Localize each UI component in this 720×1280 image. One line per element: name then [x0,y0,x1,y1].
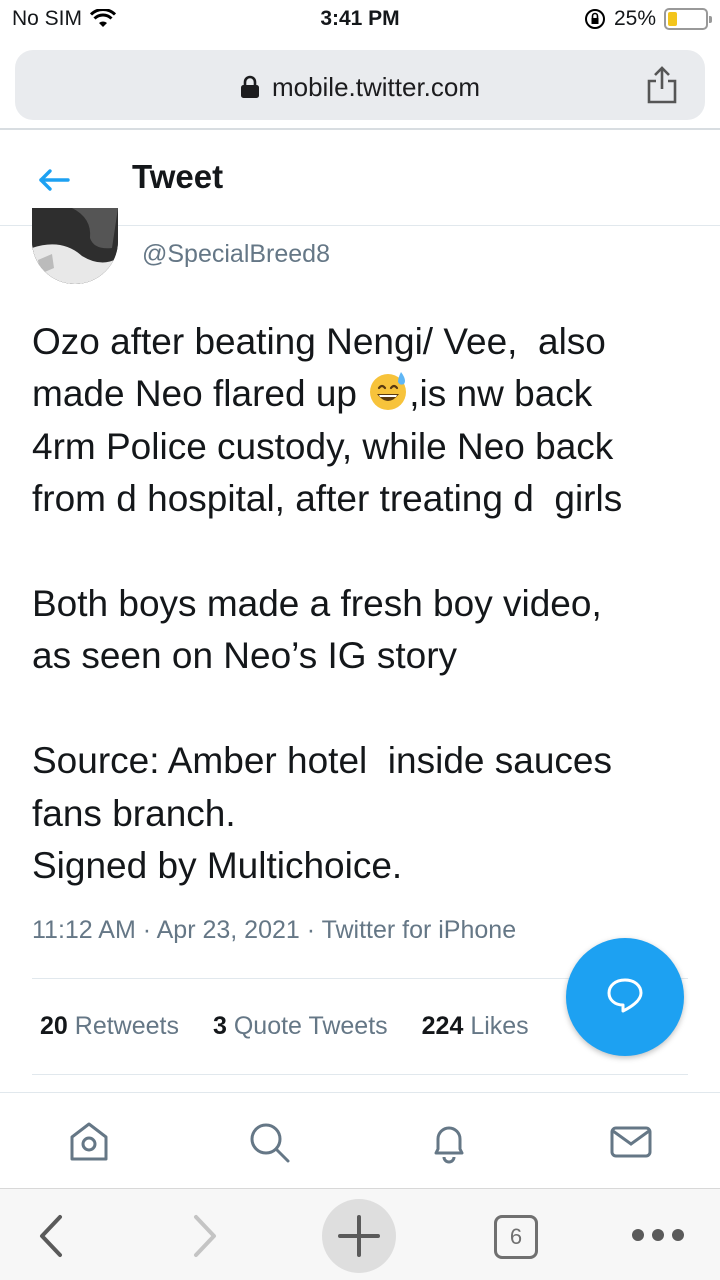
back-arrow-icon[interactable] [36,162,72,198]
browser-back-icon[interactable] [36,1213,66,1259]
browser-forward-icon[interactable] [190,1213,220,1259]
tweet-meta: 11:12 AM · Apr 23, 2021 · Twitter for iP… [32,916,516,945]
tweet-text-line1: Ozo after beating Nengi/ Vee, also [32,321,606,362]
tweet-text-line2b: ,is nw back [409,373,593,415]
search-icon[interactable] [246,1119,292,1165]
tweet-text: Ozo after beating Nengi/ Vee, also made … [32,316,692,892]
more-options-icon[interactable] [630,1227,686,1243]
battery-icon [664,8,712,30]
retweets-stat[interactable]: 20 Retweets [40,1012,179,1041]
status-right: 25% [584,7,712,31]
tweet-time[interactable]: 11:12 AM [32,916,136,944]
divider [32,1074,688,1075]
tweet-text-rest: 4rm Police custody, while Neo back from … [32,425,623,887]
avatar[interactable] [32,208,118,284]
home-icon[interactable] [66,1119,112,1165]
battery-level [668,12,677,26]
browser-address-area: mobile.twitter.com [0,40,720,130]
tweet-text-line2a: made Neo flared up [32,373,368,415]
tweet-source[interactable]: Twitter for iPhone [322,916,517,944]
new-tab-button[interactable] [322,1199,396,1273]
reply-bubble-icon [607,978,643,1013]
lock-icon [240,75,260,99]
grinning-sweat-emoji-icon [370,372,407,411]
tweet-date[interactable]: Apr 23, 2021 [157,916,300,944]
orientation-lock-icon [584,9,605,29]
likes-count: 224 [421,1012,464,1040]
quotes-count: 3 [212,1012,227,1040]
url-text: mobile.twitter.com [271,71,481,102]
address-display[interactable]: mobile.twitter.com [15,70,705,103]
meta-separator: · [299,916,322,944]
quotes-stat[interactable]: 3 Quote Tweets [213,1012,388,1041]
retweets-label: Retweets [74,1012,179,1040]
retweets-count: 20 [40,1012,68,1040]
reply-fab-button[interactable] [566,938,684,1056]
messages-icon[interactable] [608,1119,654,1165]
author-handle[interactable]: @SpecialBreed8 [142,240,330,269]
twitter-tab-bar [0,1092,720,1188]
battery-percent: 25% [613,7,656,30]
notifications-icon[interactable] [426,1119,472,1165]
quotes-label: Quote Tweets [233,1012,388,1040]
status-bar: No SIM 3:41 PM 25% [0,0,720,40]
meta-separator: · [135,916,157,944]
share-icon[interactable] [645,65,679,105]
page-title: Tweet [132,158,224,195]
plus-icon [338,1215,380,1257]
browser-toolbar: 6 [0,1188,720,1280]
likes-label: Likes [470,1012,529,1040]
likes-stat[interactable]: 224 Likes [422,1012,529,1041]
address-bar[interactable]: mobile.twitter.com [15,50,705,120]
tabs-button[interactable]: 6 [494,1215,538,1259]
tweet-stats: 20 Retweets 3 Quote Tweets 224 Likes [40,1012,563,1041]
